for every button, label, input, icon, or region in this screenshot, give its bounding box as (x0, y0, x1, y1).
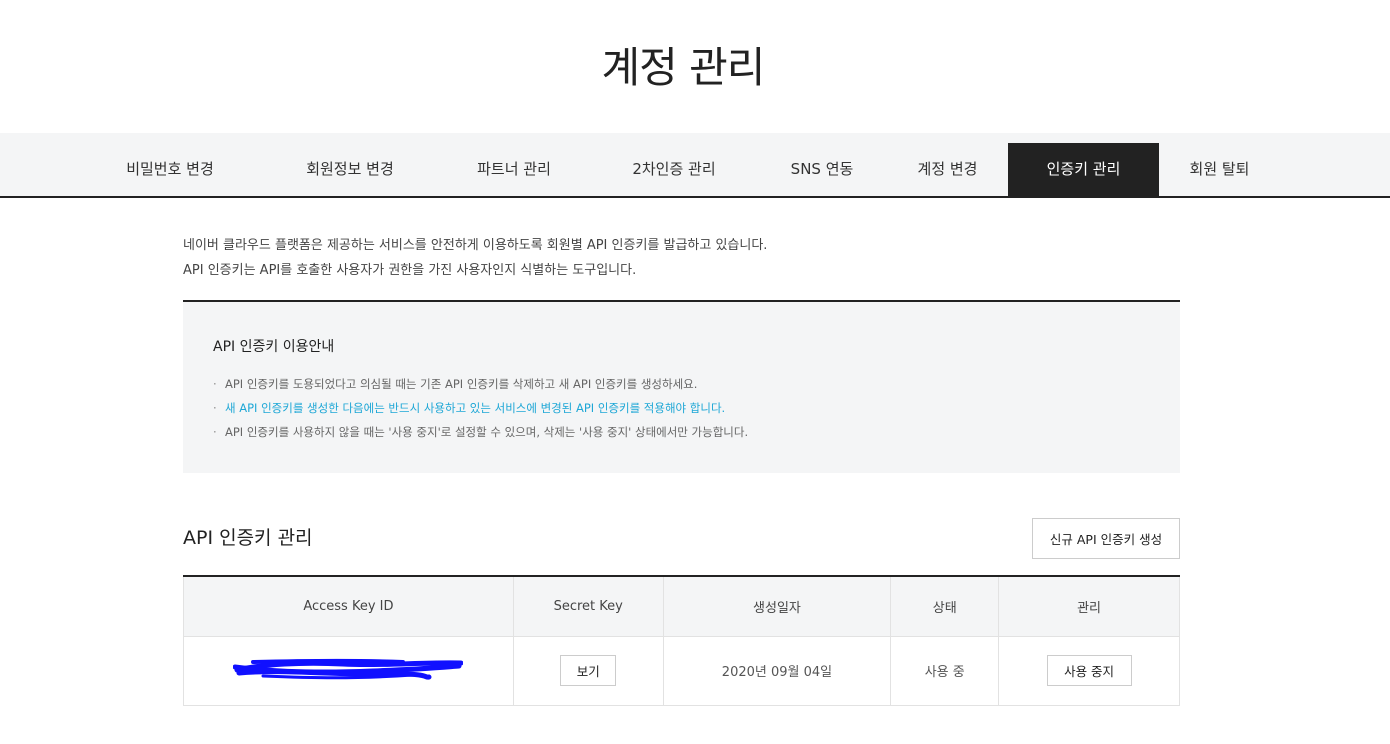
tab-withdraw[interactable]: 회원 탈퇴 (1172, 143, 1267, 196)
view-secret-button[interactable]: 보기 (560, 655, 617, 686)
intro-text: 네이버 클라우드 플랫폼은 제공하는 서비스를 안전하게 이용하도록 회원별 A… (183, 233, 1183, 283)
header-access-key: Access Key ID (183, 576, 514, 637)
tab-member-info[interactable]: 회원정보 변경 (280, 143, 420, 196)
guide-item: · API 인증키를 사용하지 않을 때는 '사용 중지'로 설정할 수 있으며,… (213, 420, 748, 444)
guide-title: API 인증키 이용안내 (213, 339, 335, 355)
bullet-icon: · (213, 401, 217, 415)
header-created: 생성일자 (662, 576, 892, 637)
created-date: 2020년 09월 04일 (662, 635, 892, 706)
header-status: 상태 (890, 576, 1000, 637)
tab-partner[interactable]: 파트너 관리 (444, 143, 584, 196)
tab-account-change[interactable]: 계정 변경 (890, 143, 1005, 196)
tab-password-change[interactable]: 비밀번호 변경 (100, 143, 240, 196)
guide-item-text: API 인증키를 도용되었다고 의심될 때는 기존 API 인증키를 삭제하고 … (225, 377, 698, 391)
status-text: 사용 중 (890, 635, 1000, 706)
tab-auth-key[interactable]: 인증키 관리 (1008, 143, 1159, 196)
table-header-row: Access Key ID Secret Key 생성일자 상태 관리 (183, 576, 1180, 637)
intro-line: 네이버 클라우드 플랫폼은 제공하는 서비스를 안전하게 이용하도록 회원별 A… (183, 238, 768, 253)
bullet-icon: · (213, 377, 217, 391)
tab-sns[interactable]: SNS 연동 (762, 143, 882, 196)
header-secret-key: Secret Key (512, 576, 664, 637)
intro-line: API 인증키는 API를 호출한 사용자가 권한을 가진 사용자인지 식별하는… (183, 263, 637, 278)
access-key-cell (183, 635, 514, 706)
manage-cell: 사용 중지 (998, 635, 1180, 706)
tab-2fa[interactable]: 2차인증 관리 (604, 143, 744, 196)
guide-item: · API 인증키를 도용되었다고 의심될 때는 기존 API 인증키를 삭제하고… (213, 372, 748, 396)
secret-key-cell: 보기 (512, 635, 664, 706)
create-api-key-button[interactable]: 신규 API 인증키 생성 (1032, 518, 1180, 559)
bullet-icon: · (213, 425, 217, 439)
header-manage: 관리 (998, 576, 1180, 637)
table-row: 보기 2020년 09월 04일 사용 중 사용 중지 (183, 635, 1180, 706)
section-title: API 인증키 관리 (183, 527, 313, 549)
account-tab-bar: 비밀번호 변경 회원정보 변경 파트너 관리 2차인증 관리 SNS 연동 계정… (0, 133, 1390, 198)
page-title: 계정 관리 (601, 43, 766, 92)
disable-key-button[interactable]: 사용 중지 (1046, 655, 1132, 686)
api-key-table: Access Key ID Secret Key 생성일자 상태 관리 보기 2… (183, 575, 1180, 706)
guide-item-highlight: · 새 API 인증키를 생성한 다음에는 반드시 사용하고 있는 서비스에 변경… (213, 396, 748, 420)
guide-item-text: API 인증키를 사용하지 않을 때는 '사용 중지'로 설정할 수 있으며, … (225, 425, 749, 439)
redaction-scribble (232, 658, 464, 680)
guide-item-text: 새 API 인증키를 생성한 다음에는 반드시 사용하고 있는 서비스에 변경된… (225, 401, 726, 415)
guide-list: · API 인증키를 도용되었다고 의심될 때는 기존 API 인증키를 삭제하고… (213, 372, 748, 444)
api-key-guide-box: API 인증키 이용안내 · API 인증키를 도용되었다고 의심될 때는 기존 … (183, 300, 1180, 473)
